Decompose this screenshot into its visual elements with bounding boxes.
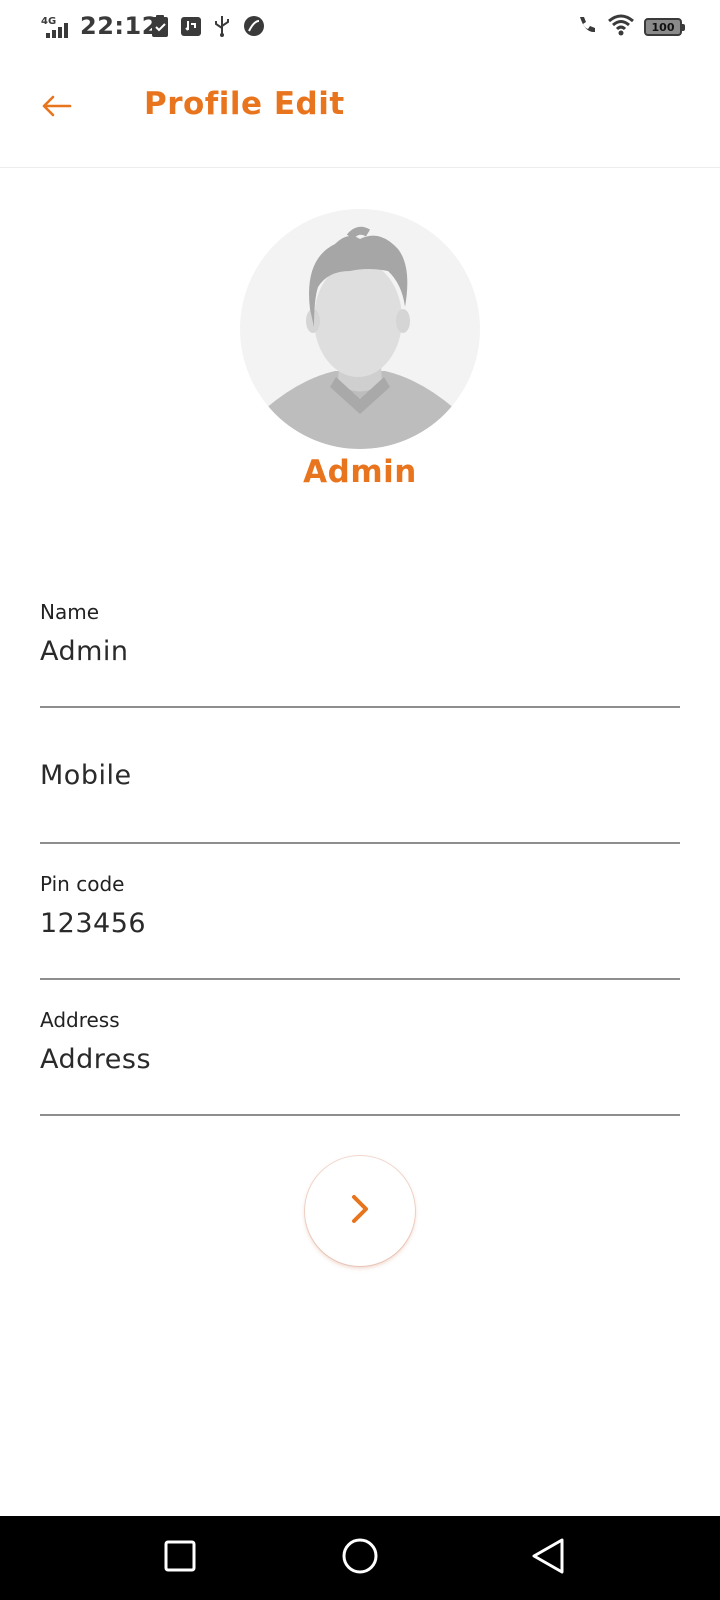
- profile-edit-screen: 4G 22:12 100 Profile Edit Admin Name Adm…: [0, 0, 720, 1600]
- circle-icon: [341, 1537, 379, 1579]
- address-label: Address: [40, 1008, 120, 1032]
- person-placeholder-icon: [265, 226, 455, 449]
- nav-back-button[interactable]: [524, 1534, 572, 1582]
- usb-debug-icon: [180, 14, 202, 38]
- wifi-calling-icon: [576, 14, 598, 40]
- profile-display-name: Admin: [303, 454, 417, 490]
- name-label: Name: [40, 600, 100, 624]
- notification-icons: [150, 14, 266, 38]
- usb-icon: [212, 14, 232, 38]
- page-title: Profile Edit: [144, 86, 345, 122]
- pincode-label: Pin code: [40, 872, 125, 896]
- back-button[interactable]: [34, 86, 78, 130]
- home-button[interactable]: [336, 1534, 384, 1582]
- svg-text:4G: 4G: [41, 16, 56, 27]
- avatar[interactable]: [240, 209, 480, 449]
- battery-level: 100: [651, 20, 675, 34]
- mobile-field: [40, 708, 680, 844]
- triangle-back-icon: [530, 1537, 566, 1579]
- arrow-left-icon: [40, 94, 72, 122]
- leaf-icon: [242, 14, 266, 38]
- recents-button[interactable]: [156, 1534, 204, 1582]
- top-app-bar: Profile Edit: [0, 56, 720, 168]
- system-icons: 100: [576, 14, 685, 40]
- chevron-right-icon: [349, 1193, 371, 1229]
- status-bar: 4G 22:12 100: [0, 0, 720, 56]
- name-field: Name: [40, 600, 680, 708]
- mobile-input[interactable]: [40, 760, 680, 791]
- signal-icon: 4G: [40, 14, 74, 40]
- wifi-icon: [608, 14, 634, 40]
- battery-icon: 100: [644, 18, 685, 36]
- status-time: 22:12: [80, 12, 159, 40]
- clipboard-check-icon: [150, 14, 170, 38]
- address-input[interactable]: [40, 1044, 680, 1075]
- pincode-input[interactable]: [40, 908, 680, 939]
- square-icon: [163, 1539, 197, 1577]
- name-input[interactable]: [40, 636, 680, 667]
- address-field: Address: [40, 1008, 680, 1116]
- next-button[interactable]: [305, 1156, 415, 1266]
- system-nav-bar: [0, 1516, 720, 1600]
- pincode-field: Pin code: [40, 872, 680, 980]
